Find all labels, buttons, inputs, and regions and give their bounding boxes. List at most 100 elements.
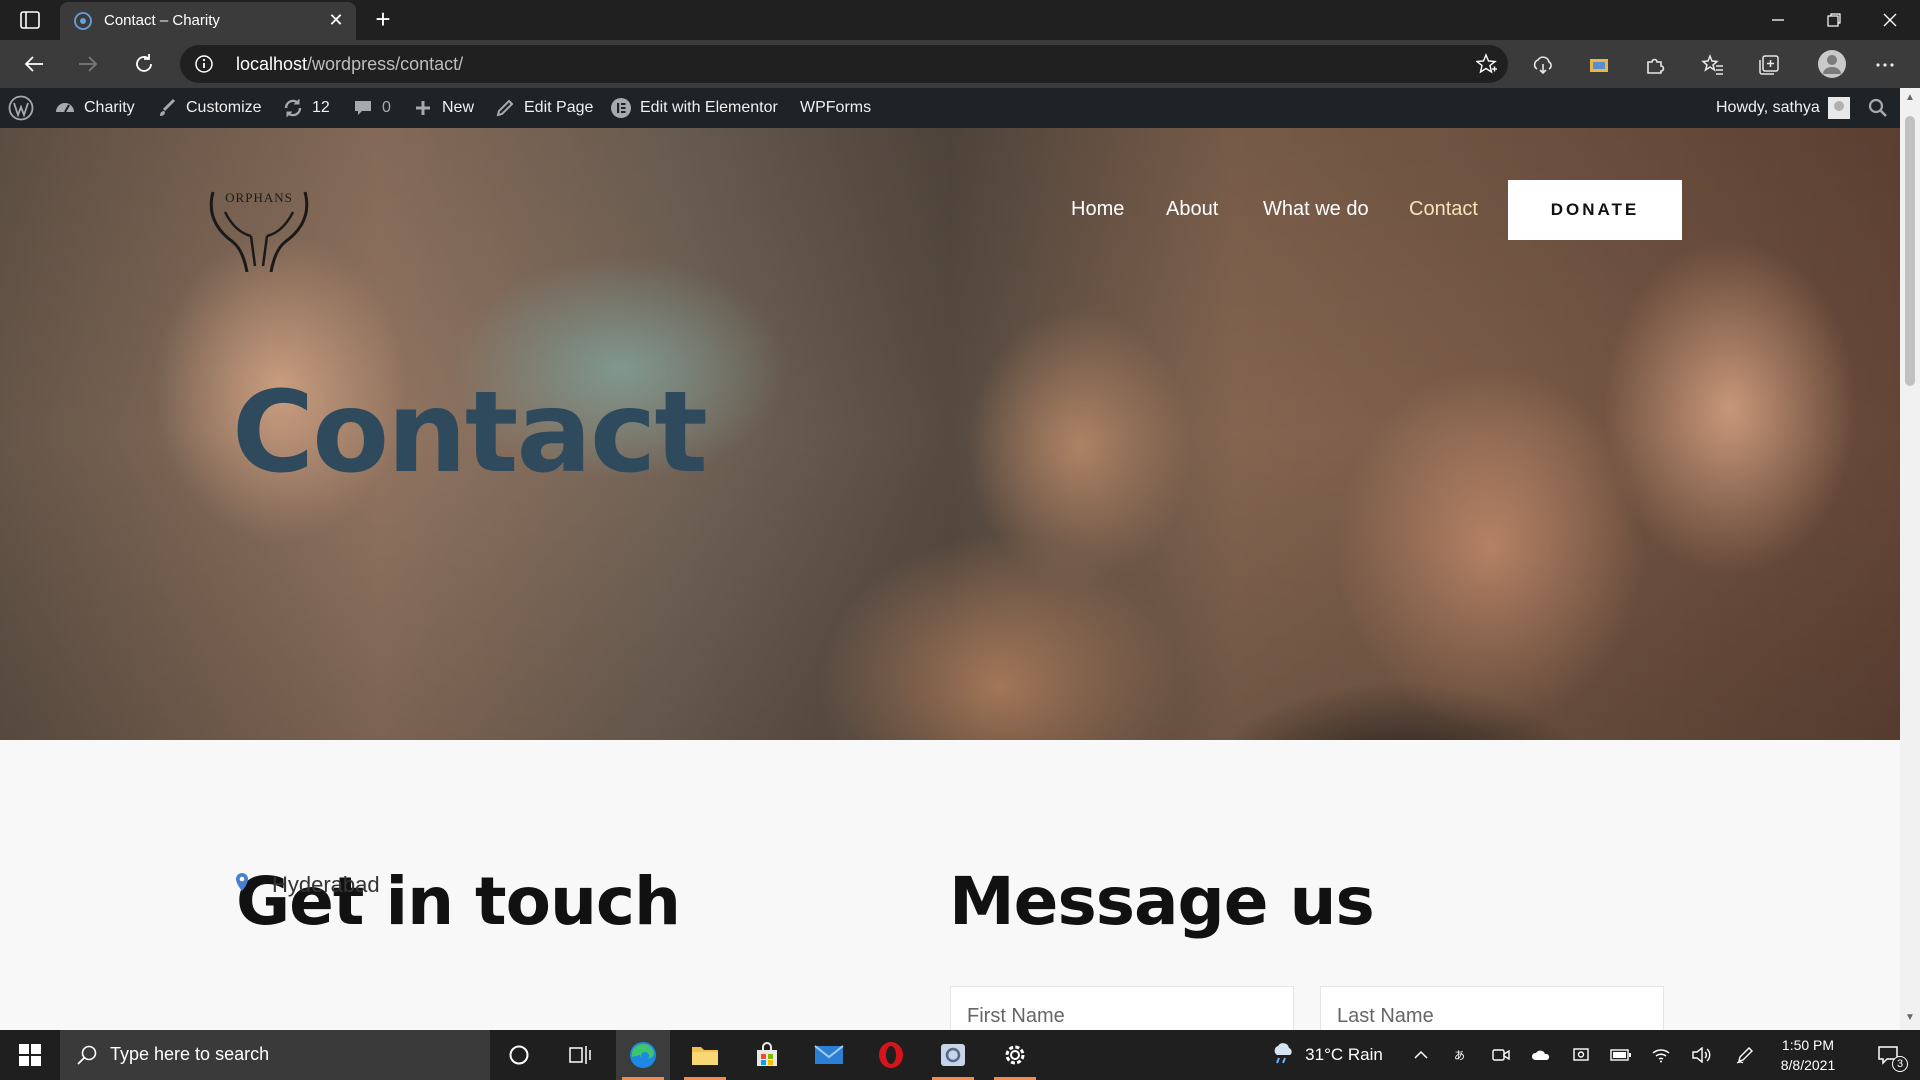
scroll-up-icon[interactable]: ▲ [1904, 92, 1916, 104]
store-icon[interactable] [740, 1030, 794, 1080]
notification-count-badge: 3 [1892, 1056, 1908, 1072]
download-cloud-icon[interactable] [1530, 52, 1556, 78]
url-host: localhost [236, 54, 308, 74]
notification-center-icon[interactable]: 3 [1866, 1030, 1910, 1080]
nav-what-we-do[interactable]: What we do [1263, 198, 1369, 221]
account-menu[interactable]: Howdy, sathya [1716, 88, 1850, 128]
battery-icon[interactable] [1606, 1030, 1636, 1080]
page-scrollbar[interactable]: ▲ ▼ [1900, 88, 1920, 1030]
task-view-icon[interactable] [553, 1030, 607, 1080]
windows-taskbar: Type here to search 31°C Rain あ 1:50 PM … [0, 1030, 1920, 1080]
tab-actions-icon[interactable] [18, 8, 42, 32]
windows-start-icon[interactable] [0, 1030, 60, 1080]
refresh-icon[interactable] [126, 48, 162, 80]
logo-text: ORPHANS [225, 190, 293, 205]
edit-page-label: Edit Page [524, 99, 594, 116]
wp-admin-bar: Charity Customize 12 0 New Edit Page Edi… [0, 88, 1900, 128]
nav-about[interactable]: About [1166, 198, 1218, 221]
more-options-icon[interactable] [1872, 52, 1898, 78]
site-info-icon[interactable] [194, 54, 214, 74]
admin-search-icon[interactable] [1868, 88, 1888, 128]
comments-count: 0 [382, 99, 391, 116]
meet-now-icon[interactable] [1486, 1030, 1516, 1080]
cortana-icon[interactable] [492, 1030, 546, 1080]
pencil-icon [494, 97, 516, 119]
clock[interactable]: 1:50 PM 8/8/2021 [1758, 1035, 1858, 1075]
volume-icon[interactable] [1686, 1030, 1716, 1080]
user-avatar [1827, 97, 1850, 119]
url-text: localhost/wordpress/contact/ [236, 54, 463, 75]
security-icon[interactable] [1566, 1030, 1596, 1080]
edit-page-menu[interactable]: Edit Page [494, 88, 593, 128]
weather-widget[interactable]: 31°C Rain [1262, 1030, 1392, 1080]
onedrive-icon[interactable] [1526, 1030, 1556, 1080]
wordpress-favicon-icon [74, 12, 92, 30]
site-name-label: Charity [84, 99, 135, 116]
close-tab-icon[interactable]: ✕ [326, 10, 346, 31]
restore-icon[interactable] [1806, 0, 1862, 40]
search-placeholder: Type here to search [110, 1044, 270, 1064]
minimize-icon[interactable] [1750, 0, 1806, 40]
favorites-icon[interactable] [1700, 52, 1726, 78]
browser-tab-bar: Contact – Charity ✕ + [0, 0, 1920, 40]
forward-arrow-icon[interactable] [70, 48, 106, 80]
extensions-puzzle-icon[interactable] [1642, 52, 1668, 78]
language-icon[interactable]: あ [1446, 1030, 1476, 1080]
donate-button[interactable]: DONATE [1508, 180, 1682, 240]
site-logo[interactable]: ORPHANS [195, 172, 323, 272]
howdy-label: Howdy, sathya [1716, 99, 1820, 116]
new-content-menu[interactable]: New [412, 88, 474, 128]
address-toolbar: localhost/wordpress/contact/ [0, 40, 1920, 88]
settings-gear-icon[interactable] [988, 1030, 1042, 1080]
wpforms-label: WPForms [800, 99, 872, 116]
brush-icon [156, 97, 178, 119]
collections-icon[interactable] [1756, 52, 1782, 78]
new-tab-icon[interactable]: + [370, 6, 396, 32]
add-favorite-icon[interactable] [1475, 53, 1498, 75]
updates-menu[interactable]: 12 [282, 88, 330, 128]
taskbar-search-box[interactable]: Type here to search [60, 1030, 490, 1080]
extension-image-icon[interactable] [1586, 52, 1612, 78]
nav-home[interactable]: Home [1071, 198, 1124, 221]
rain-cloud-icon [1271, 1041, 1297, 1070]
new-label: New [442, 99, 475, 116]
scroll-thumb[interactable] [1905, 116, 1915, 386]
search-icon [76, 1044, 98, 1071]
plus-icon [412, 97, 434, 119]
close-window-icon[interactable] [1862, 0, 1918, 40]
clock-date: 8/8/2021 [1780, 1057, 1836, 1073]
updates-count: 12 [312, 99, 330, 116]
nav-contact[interactable]: Contact [1409, 198, 1478, 221]
wifi-icon[interactable] [1646, 1030, 1676, 1080]
edit-with-elementor-menu[interactable]: Edit with Elementor [610, 88, 778, 128]
location-item: Hyderabad [234, 872, 380, 898]
back-arrow-icon[interactable] [16, 48, 52, 80]
mail-icon[interactable] [802, 1030, 856, 1080]
browser-tab-active[interactable]: Contact – Charity ✕ [60, 2, 356, 40]
show-hidden-icons-icon[interactable] [1406, 1030, 1436, 1080]
last-name-placeholder: Last Name [1337, 1005, 1434, 1027]
map-pin-icon [234, 872, 250, 898]
profile-avatar-icon[interactable] [1816, 48, 1848, 80]
first-name-placeholder: First Name [967, 1005, 1065, 1027]
scroll-down-icon[interactable]: ▼ [1904, 1012, 1916, 1024]
customize-label: Customize [186, 99, 262, 116]
dashboard-icon [54, 97, 76, 119]
wpforms-menu[interactable]: WPForms [800, 88, 871, 128]
comments-menu[interactable]: 0 [352, 88, 391, 128]
file-explorer-icon[interactable] [678, 1030, 732, 1080]
clock-time: 1:50 PM [1781, 1037, 1835, 1053]
tab-title: Contact – Charity [104, 12, 220, 29]
hero-title: Contact [232, 368, 708, 498]
url-field[interactable]: localhost/wordpress/contact/ [180, 45, 1508, 83]
edge-taskbar-icon[interactable] [616, 1030, 670, 1080]
pen-icon[interactable] [1730, 1030, 1760, 1080]
wordpress-logo-icon[interactable] [8, 88, 34, 128]
customize-menu[interactable]: Customize [156, 88, 262, 128]
elementor-icon [610, 97, 632, 119]
location-text: Hyderabad [272, 872, 380, 897]
app-gear-window-icon[interactable] [926, 1030, 980, 1080]
message-us-heading: Message us [949, 863, 1375, 940]
opera-icon[interactable] [864, 1030, 918, 1080]
site-name-menu[interactable]: Charity [54, 88, 135, 128]
